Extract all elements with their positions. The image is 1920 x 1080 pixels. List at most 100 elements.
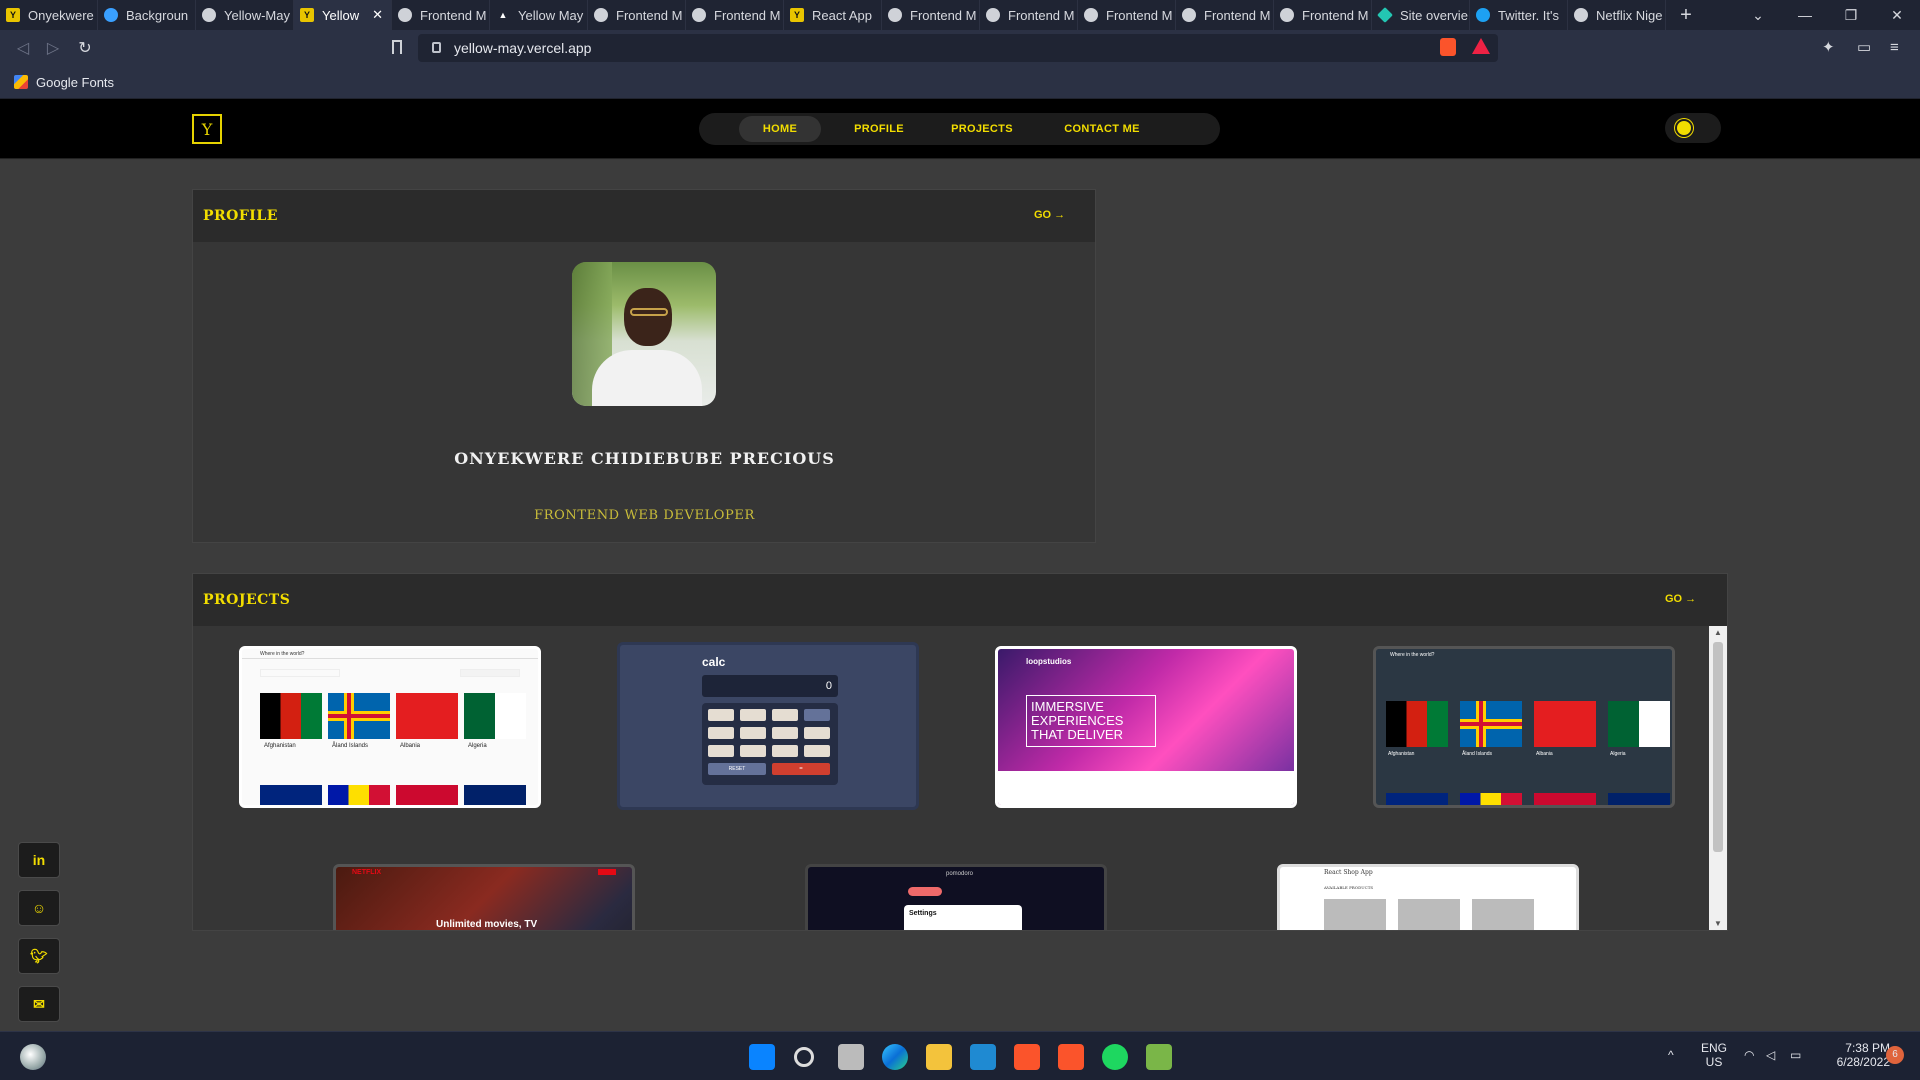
task-view-icon[interactable] bbox=[838, 1044, 864, 1070]
url-field[interactable]: yellow-may.vercel.app bbox=[418, 34, 1498, 62]
brave-beta-icon[interactable] bbox=[1058, 1044, 1084, 1070]
globe-icon bbox=[1574, 8, 1588, 22]
nav-profile[interactable]: PROFILE bbox=[839, 116, 919, 142]
extensions-icon[interactable]: ✦ bbox=[1822, 40, 1838, 56]
browser-tab[interactable]: Backgroun bbox=[98, 0, 196, 30]
restore-button[interactable]: ❐ bbox=[1828, 0, 1874, 30]
browser-tab[interactable]: Y React App bbox=[784, 0, 882, 30]
linkedin-link[interactable]: in bbox=[18, 842, 60, 878]
brave-icon[interactable] bbox=[1014, 1044, 1040, 1070]
browser-tab[interactable]: Frontend M bbox=[1274, 0, 1372, 30]
battery-icon[interactable]: ▭ bbox=[1790, 1048, 1801, 1062]
browser-tab[interactable]: Frontend M bbox=[588, 0, 686, 30]
yellow-logo-icon: Y bbox=[6, 8, 20, 22]
project-thumb-calculator[interactable]: calc 0 RESET = bbox=[617, 642, 919, 810]
forward-button[interactable]: ▷ bbox=[38, 30, 68, 66]
scroll-thumb[interactable] bbox=[1713, 642, 1723, 852]
avatar bbox=[572, 262, 716, 406]
reload-button[interactable]: ↻ bbox=[70, 30, 100, 66]
twitter-icon: 🐦︎ bbox=[30, 947, 48, 964]
twitter-icon bbox=[1476, 8, 1490, 22]
nav-projects[interactable]: PROJECTS bbox=[937, 116, 1027, 142]
page-body: PROFILE GO → ONYEKWERE CHIDIEBUBE PRECIO… bbox=[0, 160, 1920, 1031]
file-explorer-icon[interactable] bbox=[926, 1044, 952, 1070]
volume-icon[interactable]: ◁ bbox=[1766, 1048, 1775, 1062]
browser-tab[interactable]: Yellow-May bbox=[196, 0, 294, 30]
browser-tab[interactable]: Frontend M bbox=[882, 0, 980, 30]
taskbar: ^ ENG US ◠ ◁ ▭ 7:38 PM 6/28/2022 6 bbox=[0, 1031, 1920, 1080]
browser-tab[interactable]: Frontend M bbox=[392, 0, 490, 30]
browser-tab[interactable]: Frontend M bbox=[1176, 0, 1274, 30]
browser-tab-strip: Y Onyekwere Backgroun Yellow-May Y Yellow ✕… bbox=[0, 0, 1920, 30]
bookmark-google-fonts[interactable]: Google Fonts bbox=[36, 75, 114, 90]
project-thumb-loopstudios[interactable]: loopstudios IMMERSIVE EXPERIENCES THAT D… bbox=[995, 646, 1297, 808]
projects-scrollbar[interactable]: ▲ ▼ bbox=[1709, 626, 1727, 930]
wallet-icon[interactable]: ▭ bbox=[1857, 40, 1873, 56]
edge-icon[interactable] bbox=[882, 1044, 908, 1070]
twitter-link[interactable]: 🐦︎ bbox=[18, 938, 60, 974]
linkedin-icon: in bbox=[32, 852, 46, 868]
bookmark-icon[interactable] bbox=[392, 40, 402, 54]
browser-tab[interactable]: Y Onyekwere bbox=[0, 0, 98, 30]
brave-shield-icon[interactable] bbox=[1440, 38, 1456, 56]
clock[interactable]: 7:38 PM 6/28/2022 bbox=[1814, 1041, 1890, 1069]
github-link[interactable]: ☺ bbox=[18, 890, 60, 926]
projects-grid: Where in the world? Afghanistan Åland Is… bbox=[193, 626, 1707, 930]
browser-tab[interactable]: Frontend M bbox=[980, 0, 1078, 30]
frontend-mentor-icon bbox=[398, 8, 412, 22]
close-icon[interactable]: ✕ bbox=[372, 7, 383, 23]
scroll-down-icon[interactable]: ▼ bbox=[1713, 919, 1723, 928]
yellow-logo-icon: Y bbox=[790, 8, 804, 22]
search-icon[interactable] bbox=[794, 1047, 814, 1067]
netlify-icon bbox=[1377, 7, 1393, 23]
nav-home[interactable]: HOME bbox=[739, 116, 821, 142]
nav-contact[interactable]: CONTACT ME bbox=[1047, 116, 1157, 142]
new-tab-button[interactable]: + bbox=[1666, 4, 1706, 27]
theme-toggle[interactable] bbox=[1665, 113, 1721, 143]
main-nav: HOME PROFILE PROJECTS CONTACT ME bbox=[699, 113, 1220, 145]
browser-tab[interactable]: Site overvie bbox=[1372, 0, 1470, 30]
wifi-icon[interactable]: ◠ bbox=[1744, 1048, 1754, 1062]
mail-link[interactable]: ✉ bbox=[18, 986, 60, 1022]
site-header: Y HOME PROFILE PROJECTS CONTACT ME bbox=[0, 99, 1920, 159]
tray-chevron-icon[interactable]: ^ bbox=[1668, 1048, 1674, 1062]
profile-card-header: PROFILE GO → bbox=[193, 190, 1095, 242]
back-button[interactable]: ◁ bbox=[8, 30, 38, 66]
chevron-down-icon[interactable]: ⌄ bbox=[1735, 0, 1781, 30]
project-thumb-shop[interactable]: React Shop App AVAILABLE PRODUCTS bbox=[1277, 864, 1579, 930]
start-icon[interactable] bbox=[749, 1044, 775, 1070]
projects-go-link[interactable]: GO → bbox=[1665, 593, 1696, 605]
profile-name: ONYEKWERE CHIDIEBUBE PRECIOUS bbox=[454, 449, 835, 468]
site-logo[interactable]: Y bbox=[192, 114, 222, 144]
google-fonts-icon bbox=[14, 75, 28, 89]
minimize-button[interactable]: — bbox=[1782, 0, 1828, 30]
frontend-mentor-icon bbox=[692, 8, 706, 22]
weather-icon[interactable] bbox=[20, 1044, 46, 1070]
project-thumb-countries-dark[interactable]: Where in the world? Afghanistan Åland Is… bbox=[1373, 646, 1675, 808]
projects-card: PROJECTS GO → Where in the world? Afghan… bbox=[192, 573, 1728, 931]
spotify-icon[interactable] bbox=[1102, 1044, 1128, 1070]
notification-badge[interactable]: 6 bbox=[1886, 1046, 1904, 1064]
browser-tab[interactable]: Netflix Nige bbox=[1568, 0, 1666, 30]
browser-tab-active[interactable]: Y Yellow ✕ bbox=[294, 0, 392, 30]
close-window-button[interactable]: ✕ bbox=[1874, 0, 1920, 30]
language-indicator[interactable]: ENG US bbox=[1700, 1041, 1728, 1069]
vscode-icon[interactable] bbox=[970, 1044, 996, 1070]
browser-tab[interactable]: Twitter. It's bbox=[1470, 0, 1568, 30]
project-thumb-countries[interactable]: Where in the world? Afghanistan Åland Is… bbox=[239, 646, 541, 808]
browser-tab[interactable]: Frontend M bbox=[1078, 0, 1176, 30]
notepad-icon[interactable] bbox=[1146, 1044, 1172, 1070]
scroll-up-icon[interactable]: ▲ bbox=[1713, 628, 1723, 637]
browser-tab[interactable]: Frontend M bbox=[686, 0, 784, 30]
frontend-mentor-icon bbox=[1084, 8, 1098, 22]
browser-tab[interactable]: ▲ Yellow May bbox=[490, 0, 588, 30]
project-thumb-pomodoro[interactable]: pomodoro Settings bbox=[805, 864, 1107, 930]
project-thumb-netflix[interactable]: NETFLIX Unlimited movies, TV bbox=[333, 864, 635, 930]
menu-icon[interactable]: ≡ bbox=[1890, 40, 1906, 56]
lock-icon bbox=[432, 42, 441, 53]
brave-rewards-icon[interactable] bbox=[1472, 38, 1490, 54]
github-icon bbox=[202, 8, 216, 22]
vercel-icon: ▲ bbox=[498, 10, 508, 20]
profile-title: PROFILE bbox=[203, 208, 278, 224]
profile-go-link[interactable]: GO → bbox=[1034, 209, 1065, 221]
